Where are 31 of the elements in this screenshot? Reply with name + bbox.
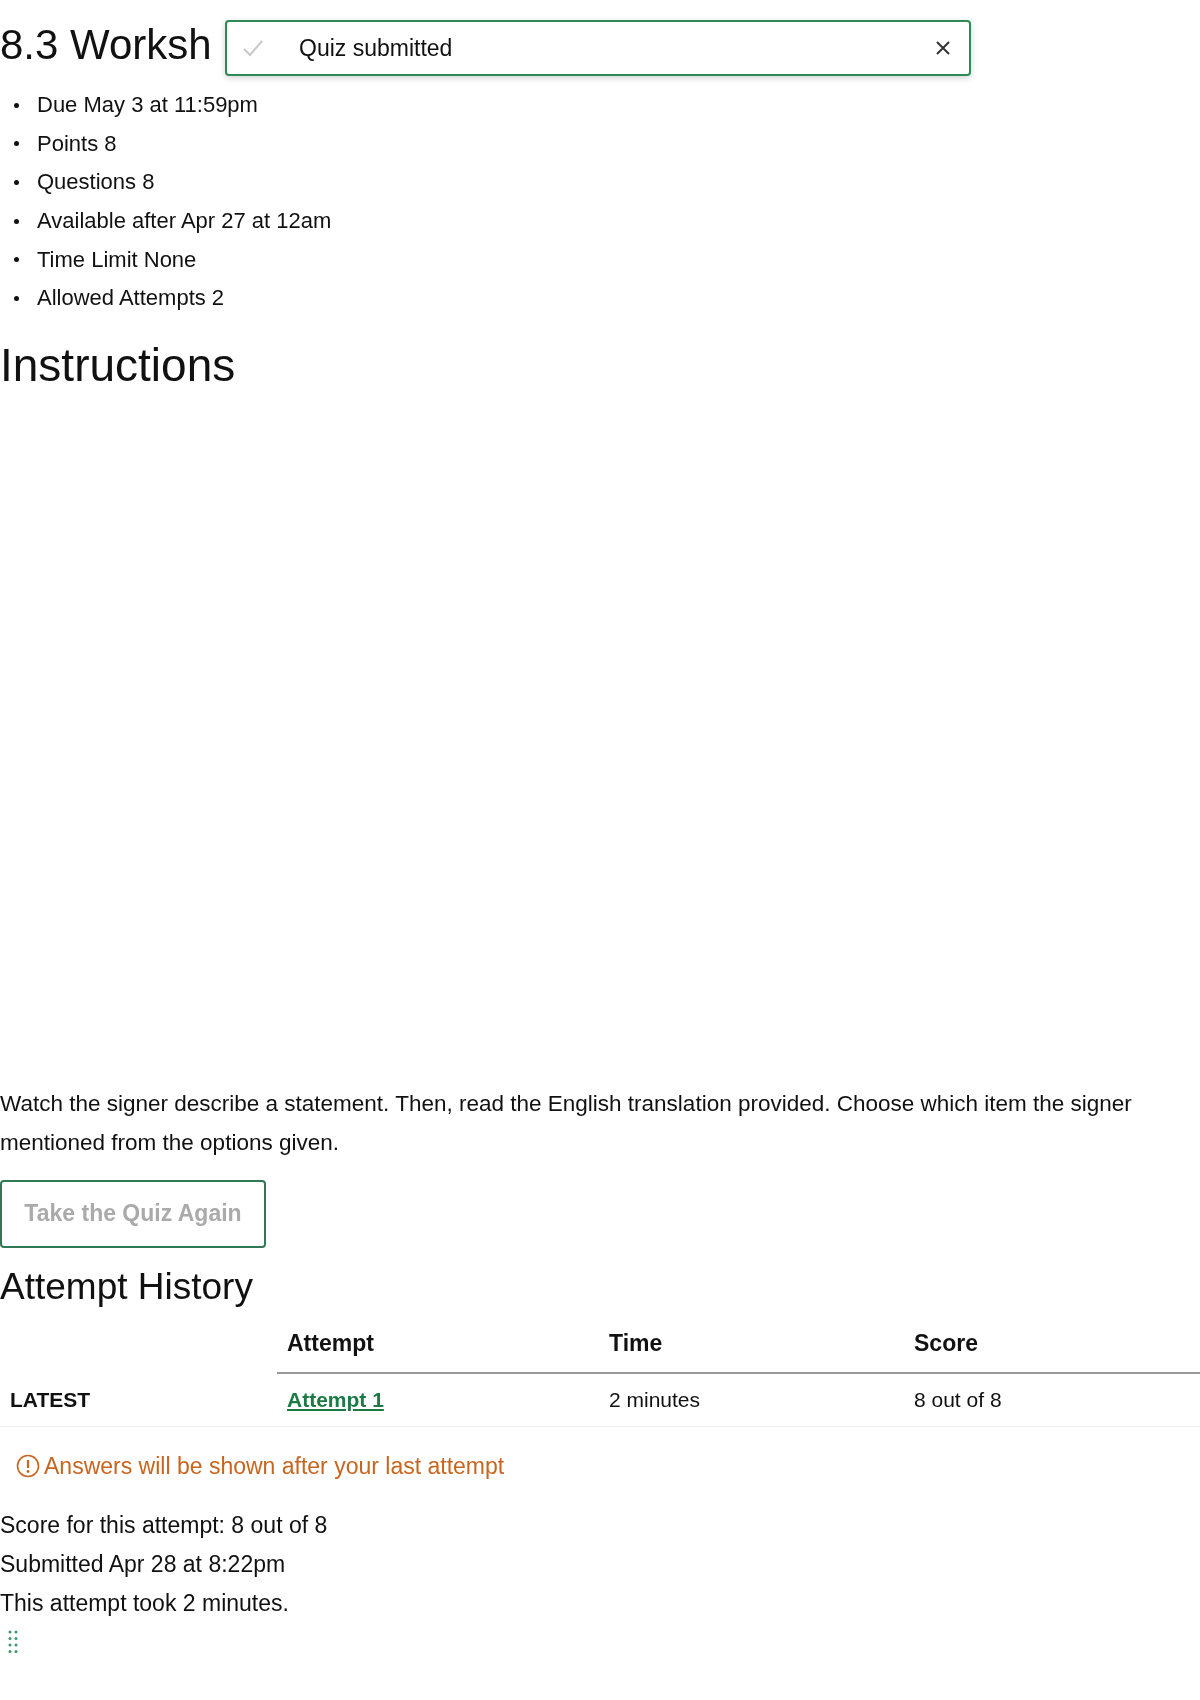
- bullet-icon: [14, 218, 19, 224]
- detail-item: Allowed Attempts 2: [37, 285, 225, 312]
- column-header: Score: [904, 1329, 1200, 1374]
- detail-item: Due May 3 at 11:59pm: [37, 92, 258, 119]
- attempt-link[interactable]: Attempt 1: [287, 1387, 384, 1411]
- bullet-icon: [14, 257, 19, 263]
- section-heading: Instructions: [0, 337, 237, 392]
- summary-text: Score for this attempt: 8 out of 8: [0, 1510, 329, 1540]
- summary-text: This attempt took 2 minutes.: [0, 1588, 290, 1618]
- table-cell: 2 minutes: [609, 1387, 701, 1411]
- detail-item: Available after Apr 27 at 12am: [37, 208, 332, 235]
- detail-item: Points 8: [37, 130, 117, 157]
- close-icon: [935, 40, 951, 56]
- bullet-icon: [14, 102, 19, 108]
- bullet-icon: [14, 141, 19, 147]
- summary-text: Submitted Apr 28 at 8:22pm: [0, 1549, 287, 1579]
- warning-icon: [16, 1454, 40, 1479]
- detail-item: Questions 8: [37, 169, 155, 196]
- column-header: Attempt: [277, 1329, 599, 1374]
- latest-label: LATEST: [9, 1387, 91, 1411]
- toast-message: Quiz submitted: [299, 34, 454, 62]
- column-header: Time: [599, 1329, 904, 1374]
- section-heading: Attempt History: [0, 1265, 254, 1308]
- bullet-icon: [14, 180, 19, 185]
- quiz-title: 8.3 Worksh: [0, 20, 212, 66]
- detail-item: Time Limit None: [37, 246, 197, 273]
- bullet-icon: [14, 295, 19, 301]
- warning-message: Answers will be shown after your last attempt: [44, 1452, 505, 1480]
- drag-handle-icon[interactable]: [8, 1628, 18, 1655]
- table-cell: 8 out of 8: [914, 1387, 1002, 1411]
- instructions-text: Watch the signer describe a statement. Then, read the English translation provided. Choose which item the signer mentioned from the options given.: [0, 1089, 1133, 1157]
